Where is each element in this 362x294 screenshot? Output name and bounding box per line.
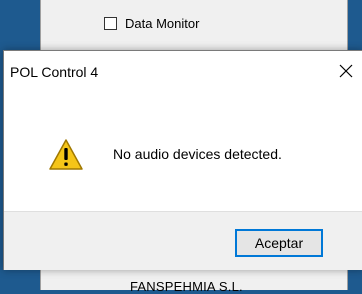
dialog-message: No audio devices detected. — [113, 146, 282, 162]
dialog-button-bar: Aceptar — [4, 211, 362, 270]
data-monitor-checkbox[interactable] — [104, 16, 117, 30]
dialog-title: POL Control 4 — [10, 64, 99, 80]
data-monitor-label: Data Monitor — [125, 15, 200, 31]
company-label: FANSPEHMIA S.L. — [130, 279, 243, 294]
message-dialog: POL Control 4 No audio devices detected.… — [3, 50, 362, 270]
data-monitor-checkbox-row[interactable]: Data Monitor — [104, 15, 199, 31]
close-button[interactable] — [329, 55, 362, 87]
dialog-title-bar[interactable]: POL Control 4 — [4, 51, 362, 91]
warning-icon — [49, 139, 83, 170]
close-icon — [339, 64, 353, 78]
aceptar-button[interactable]: Aceptar — [235, 229, 323, 257]
